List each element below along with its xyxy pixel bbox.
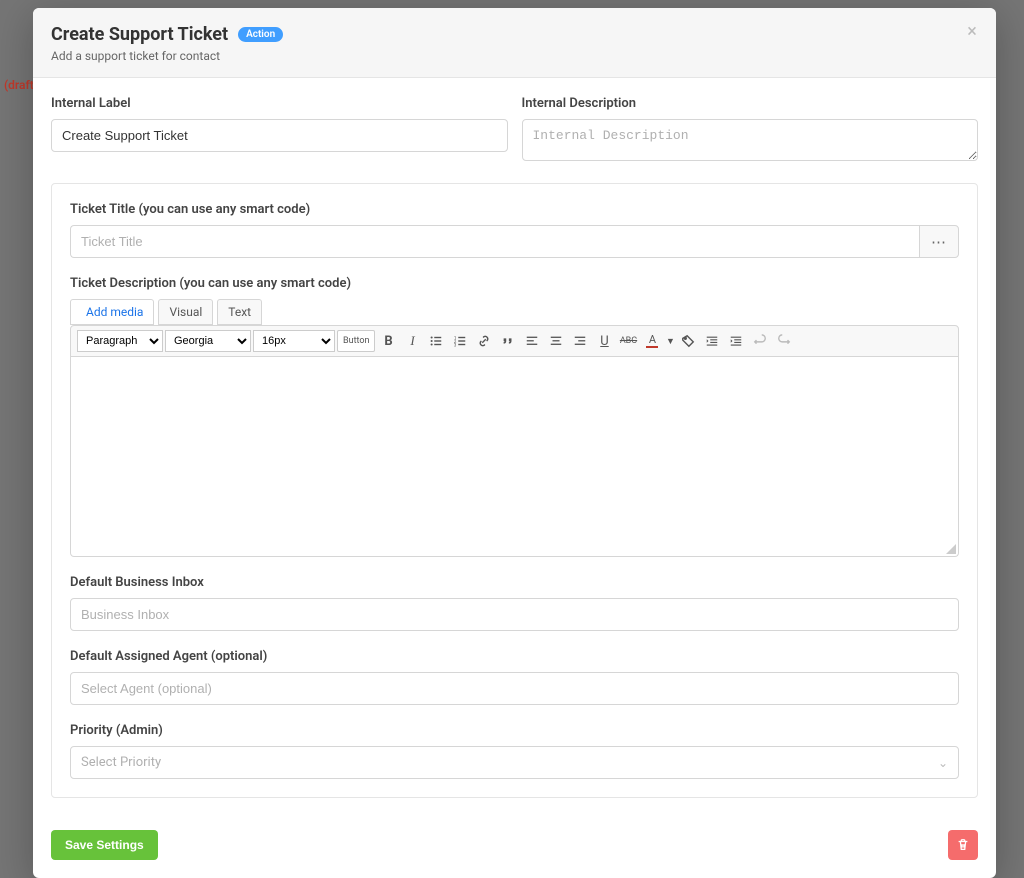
link-icon [477, 334, 491, 348]
underline-button[interactable]: U [593, 330, 615, 352]
size-select[interactable]: 16px [253, 330, 335, 352]
assigned-agent-input[interactable] [70, 672, 959, 705]
quote-button[interactable] [497, 330, 519, 352]
internal-label-label: Internal Label [51, 96, 508, 111]
tab-text[interactable]: Text [217, 299, 262, 325]
outdent-button[interactable] [701, 330, 723, 352]
editor-content-area[interactable] [70, 357, 959, 557]
bullet-list-icon [429, 334, 443, 348]
top-row: Internal Label Internal Description [51, 96, 978, 165]
redo-button[interactable] [773, 330, 795, 352]
business-inbox-input[interactable] [70, 598, 959, 631]
align-right-button[interactable] [569, 330, 591, 352]
link-button[interactable] [473, 330, 495, 352]
numbered-list-button[interactable]: 123 [449, 330, 471, 352]
ticket-title-input[interactable] [70, 225, 919, 258]
indent-button[interactable] [725, 330, 747, 352]
outdent-icon [705, 334, 719, 348]
bullet-list-button[interactable] [425, 330, 447, 352]
redo-icon [777, 334, 791, 348]
undo-button[interactable] [749, 330, 771, 352]
assigned-agent-label: Default Assigned Agent (optional) [70, 649, 959, 664]
internal-desc-textarea[interactable] [522, 119, 979, 161]
bold-icon: B [384, 334, 392, 349]
action-badge: Action [238, 27, 283, 42]
tab-add-media[interactable]: Add media [70, 299, 154, 325]
button-insert[interactable]: Button [337, 330, 375, 352]
save-button[interactable]: Save Settings [51, 830, 158, 860]
modal-title: Create Support Ticket [51, 24, 228, 45]
modal-body: Internal Label Internal Description Tick… [33, 78, 996, 816]
indent-icon [729, 334, 743, 348]
trash-icon [956, 838, 970, 852]
modal-subtitle: Add a support ticket for contact [51, 49, 978, 63]
align-left-button[interactable] [521, 330, 543, 352]
ticket-title-label: Ticket Title (you can use any smart code… [70, 202, 959, 217]
undo-icon [753, 334, 767, 348]
internal-label-input[interactable] [51, 119, 508, 152]
strike-button[interactable]: ABC [617, 330, 639, 352]
priority-placeholder: Select Priority [81, 755, 161, 770]
editor-toolbar: Paragraph Georgia 16px Button B I 123 [70, 325, 959, 357]
editor-tabs: Add media Visual Text [70, 299, 959, 325]
align-center-icon [549, 334, 563, 348]
tab-add-media-label: Add media [86, 305, 143, 319]
text-color-caret[interactable]: ▼ [665, 330, 675, 352]
align-left-icon [525, 334, 539, 348]
ticket-title-group: ⋯ [70, 225, 959, 258]
tag-button[interactable] [677, 330, 699, 352]
modal-footer: Save Settings [33, 816, 996, 878]
tab-visual[interactable]: Visual [158, 299, 213, 325]
italic-button[interactable]: I [401, 330, 423, 352]
priority-select[interactable]: Select Priority ⌄ [70, 746, 959, 779]
strike-icon: ABC [620, 336, 637, 346]
priority-label: Priority (Admin) [70, 723, 959, 738]
delete-button[interactable] [948, 830, 978, 860]
form-card: Ticket Title (you can use any smart code… [51, 183, 978, 798]
text-color-icon: A [646, 335, 658, 348]
underline-icon: U [600, 334, 608, 349]
close-icon: × [967, 21, 977, 42]
text-color-button[interactable]: A [641, 330, 663, 352]
business-inbox-label: Default Business Inbox [70, 575, 959, 590]
create-ticket-modal: Create Support Ticket Action Add a suppo… [33, 8, 996, 878]
internal-desc-label: Internal Description [522, 96, 979, 111]
dots-icon: ⋯ [931, 233, 947, 251]
align-right-icon [573, 334, 587, 348]
paragraph-select[interactable]: Paragraph [77, 330, 163, 352]
quote-icon [501, 334, 515, 348]
italic-icon: I [410, 333, 414, 349]
align-center-button[interactable] [545, 330, 567, 352]
tag-icon [681, 334, 695, 348]
svg-text:3: 3 [454, 343, 457, 348]
modal-header: Create Support Ticket Action Add a suppo… [33, 8, 996, 78]
resize-handle[interactable] [946, 544, 956, 554]
font-select[interactable]: Georgia [165, 330, 251, 352]
bold-button[interactable]: B [377, 330, 399, 352]
numbered-list-icon: 123 [453, 334, 467, 348]
ticket-desc-label: Ticket Description (you can use any smar… [70, 276, 959, 291]
smart-code-button[interactable]: ⋯ [919, 225, 959, 258]
chevron-down-icon: ⌄ [938, 756, 948, 770]
close-button[interactable]: × [963, 23, 981, 41]
